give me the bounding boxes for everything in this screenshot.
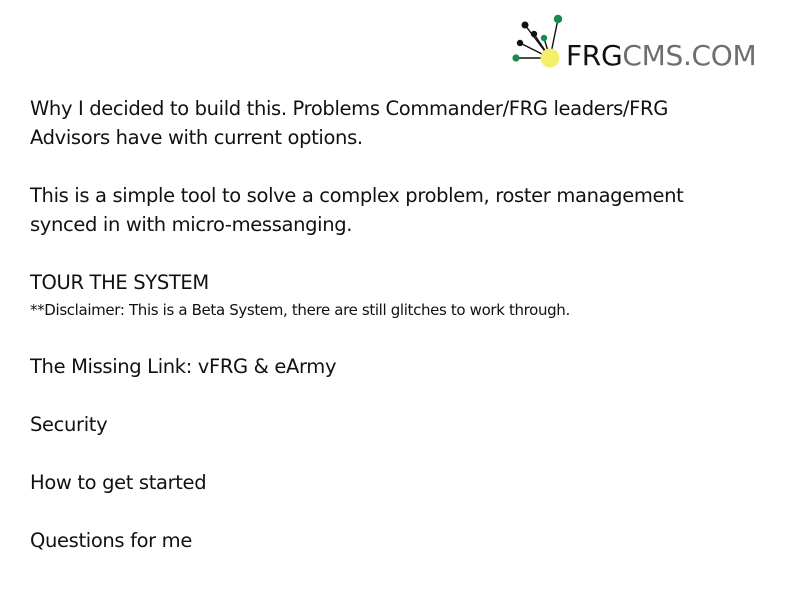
tour-title: TOUR THE SYSTEM [30,271,209,294]
why-line-1: Why I decided to build this. Problems Co… [30,97,668,120]
logo-text-cms: CMS.COM [622,39,757,72]
logo-wordmark: FRGCMS.COM [566,39,757,72]
frgcms-logo: FRGCMS.COM [510,12,782,74]
tour-disclaimer: **Disclaimer: This is a Beta System, the… [30,301,570,319]
slide-content: Why I decided to build this. Problems Co… [30,94,770,555]
logo-text-frg: FRG [566,39,623,72]
why-line-2: Advisors have with current options. [30,126,363,149]
security-heading: Security [30,413,108,436]
get-started-heading: How to get started [30,471,207,494]
simple-tool-line-2: synced in with micro-messanging. [30,213,353,236]
network-dots-icon [512,14,563,68]
missing-link-heading: The Missing Link: vFRG & eArmy [30,355,337,378]
simple-tool-line-1: This is a simple tool to solve a complex… [30,184,684,207]
questions-heading: Questions for me [30,529,192,552]
